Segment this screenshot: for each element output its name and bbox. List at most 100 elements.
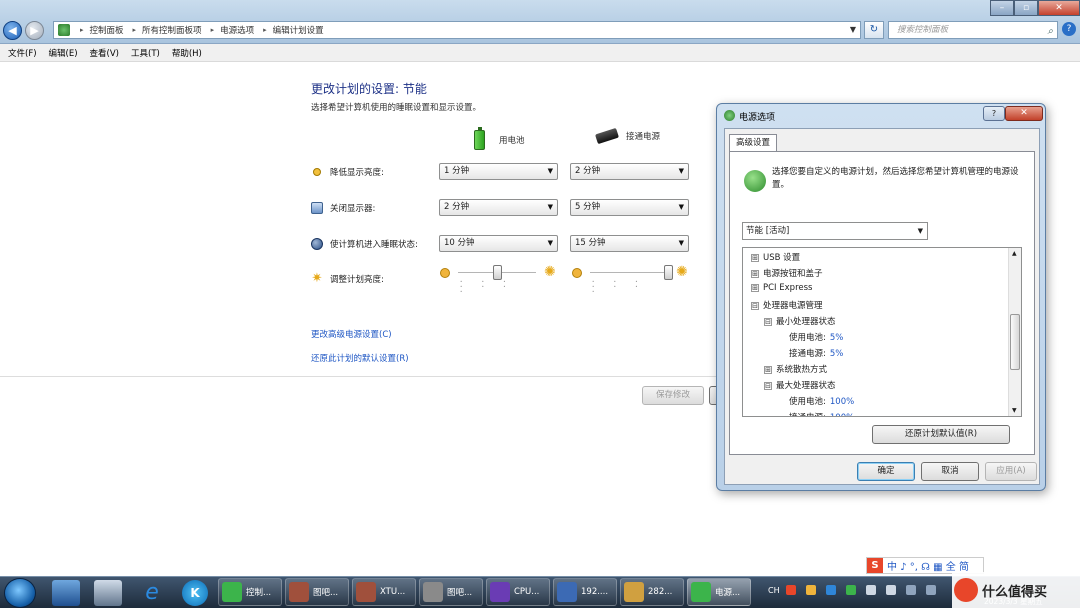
brightness-plugged-slider[interactable]: ✺ • • • • • • •	[572, 265, 692, 294]
app-k-icon[interactable]: K	[182, 580, 208, 606]
menu-file[interactable]: 文件(F)	[8, 47, 37, 59]
breadcrumb-control-panel[interactable]: 控制面板	[90, 24, 124, 36]
turn-off-display-plugged-select[interactable]: 5 分钟 ▼	[570, 199, 689, 216]
expand-icon[interactable]: ⊞	[751, 283, 759, 292]
turn-off-display-battery-select[interactable]: 2 分钟 ▼	[439, 199, 558, 216]
expand-icon[interactable]: ⊞	[764, 365, 772, 374]
tree-item-label: PCI Express	[763, 283, 813, 293]
back-button[interactable]: ◀	[3, 21, 22, 40]
restore-plan-defaults-button[interactable]: 还原计划默认值(R)	[872, 425, 1010, 444]
tray-network-icon[interactable]	[866, 585, 876, 595]
app-icon	[691, 582, 711, 602]
maximize-button[interactable]: ▫	[1014, 0, 1038, 16]
cancel-button[interactable]: 取消	[921, 462, 979, 481]
chevron-down-icon[interactable]: ▼	[850, 25, 856, 34]
breadcrumb[interactable]: ▸ 控制面板 ▸ 所有控制面板项 ▸ 电源选项 ▸ 编辑计划设置 ▼	[53, 21, 861, 39]
tree-item[interactable]: 接通电源: 5%	[777, 347, 843, 359]
settings-tree[interactable]: ▲ ▼ ⊞ USB 设置 ⊞ 电源按钮和盖子 ⊞ PCI Express ⊟ 处理器电源管理 ⊟…	[742, 247, 1022, 417]
breadcrumb-edit-plan[interactable]: 编辑计划设置	[273, 24, 324, 36]
close-button[interactable]: ✕	[1038, 0, 1080, 16]
tray-bluetooth-icon[interactable]	[826, 585, 836, 595]
menu-bar: 文件(F) 编辑(E) 查看(V) 工具(T) 帮助(H)	[0, 44, 1080, 62]
dialog-help-button[interactable]: ?	[983, 106, 1005, 121]
forward-button[interactable]: ▶	[25, 21, 44, 40]
minimize-button[interactable]: –	[990, 0, 1014, 16]
address-bar: ◀ ▶ ▸ 控制面板 ▸ 所有控制面板项 ▸ 电源选项 ▸ 编辑计划设置 ▼ ↻…	[0, 0, 1080, 44]
tree-item-value[interactable]: 100%	[830, 397, 854, 407]
search-input[interactable]: 搜索控制面板 ⌕	[888, 21, 1058, 39]
refresh-button[interactable]: ↻	[864, 21, 884, 39]
tree-item[interactable]: 使用电池: 5%	[777, 331, 843, 343]
sleep-battery-select[interactable]: 10 分钟 ▼	[439, 235, 558, 252]
help-icon[interactable]: ?	[1062, 22, 1076, 36]
tree-item[interactable]: 接通电源: 100%	[777, 411, 854, 416]
taskbar-button[interactable]: XTU...	[352, 578, 416, 606]
tree-item[interactable]: 使用电池: 100%	[777, 395, 854, 407]
slider-ticks: • • • • • • •	[592, 279, 647, 294]
scroll-thumb[interactable]	[1010, 314, 1020, 370]
tree-item[interactable]: ⊞ 系统散热方式	[764, 363, 827, 375]
taskbar-button[interactable]: 控制...	[218, 578, 282, 606]
menu-edit[interactable]: 编辑(E)	[49, 47, 78, 59]
tree-item[interactable]: ⊞ 电源按钮和盖子	[751, 267, 823, 279]
clock-date[interactable]: 2023/3/3 星期五	[984, 596, 1043, 607]
slider-thumb[interactable]	[492, 265, 502, 280]
expand-icon[interactable]: ⊞	[751, 253, 759, 262]
collapse-icon[interactable]: ⊟	[751, 301, 759, 310]
taskbar-button[interactable]: 192....	[553, 578, 617, 606]
dim-display-plugged-select[interactable]: 2 分钟 ▼	[570, 163, 689, 180]
change-advanced-link[interactable]: 更改高级电源设置(C)	[311, 328, 392, 340]
dialog-close-button[interactable]: ✕	[1005, 106, 1043, 121]
taskbar-button[interactable]: 图吧...	[285, 578, 349, 606]
expand-icon[interactable]: ⊞	[751, 269, 759, 278]
ok-button[interactable]: 确定	[857, 462, 915, 481]
dim-display-battery-select[interactable]: 1 分钟 ▼	[439, 163, 558, 180]
tree-item-value[interactable]: 100%	[830, 413, 854, 416]
menu-help[interactable]: 帮助(H)	[172, 47, 202, 59]
tree-scrollbar[interactable]: ▲ ▼	[1008, 248, 1021, 416]
start-button[interactable]	[4, 578, 36, 608]
tab-advanced-settings[interactable]: 高级设置	[729, 134, 778, 152]
tray-sogou-icon[interactable]	[786, 585, 796, 595]
tree-item-label: 使用电池:	[789, 333, 826, 343]
tree-item[interactable]: ⊞ PCI Express	[751, 283, 812, 293]
dialog-body: 高级设置 选择您要自定义的电源计划，然后选择您希望计算机管理的电源设置。 节能 …	[724, 128, 1040, 485]
scroll-up-icon[interactable]: ▲	[1012, 250, 1017, 257]
tray-power-icon[interactable]	[846, 585, 856, 595]
taskbar-button[interactable]: 图吧...	[419, 578, 483, 606]
tree-item-value[interactable]: 5%	[830, 349, 844, 359]
tray-volume-icon[interactable]	[886, 585, 896, 595]
tree-item[interactable]: ⊟ 最小处理器状态	[764, 315, 836, 327]
tray-language[interactable]: CH	[768, 586, 780, 595]
tree-item-value[interactable]: 5%	[830, 333, 844, 343]
menu-tools[interactable]: 工具(T)	[131, 47, 160, 59]
ie-icon[interactable]: e	[138, 580, 166, 606]
breadcrumb-power-options[interactable]: 电源选项	[220, 24, 254, 36]
show-desktop-icon[interactable]	[52, 580, 80, 606]
slider-thumb[interactable]	[663, 265, 673, 280]
tree-item[interactable]: ⊟ 最大处理器状态	[764, 379, 836, 391]
tray-flag-icon[interactable]	[906, 585, 916, 595]
collapse-icon[interactable]: ⊟	[764, 381, 772, 390]
chevron-down-icon: ▼	[678, 239, 684, 247]
taskbar-button[interactable]: 电源...	[687, 578, 751, 606]
apply-button[interactable]: 应用(A)	[985, 462, 1037, 481]
tree-item[interactable]: ⊞ USB 设置	[751, 251, 800, 263]
menu-view[interactable]: 查看(V)	[90, 47, 119, 59]
sleep-plugged-select[interactable]: 15 分钟 ▼	[570, 235, 689, 252]
tree-item[interactable]: ⊟ 处理器电源管理	[751, 299, 823, 311]
tray-display-icon[interactable]	[926, 585, 936, 595]
ime-status[interactable]: 中 ♪ °, ☊ ▦ 全 简	[887, 558, 969, 573]
restore-defaults-link[interactable]: 还原此计划的默认设置(R)	[311, 352, 409, 364]
breadcrumb-all-items[interactable]: 所有控制面板项	[142, 24, 202, 36]
plan-select[interactable]: 节能 [活动] ▼	[742, 222, 928, 240]
tray-security-icon[interactable]	[806, 585, 816, 595]
taskbar-button[interactable]: 282...	[620, 578, 684, 606]
explorer-icon[interactable]	[94, 580, 122, 606]
brightness-battery-slider[interactable]: ✺ • • • • • • •	[440, 265, 560, 294]
save-changes-button[interactable]: 保存修改	[642, 386, 704, 405]
collapse-icon[interactable]: ⊟	[764, 317, 772, 326]
taskbar-button-label: 图吧...	[447, 588, 473, 598]
taskbar-button[interactable]: CPU...	[486, 578, 550, 606]
scroll-down-icon[interactable]: ▼	[1012, 407, 1017, 414]
